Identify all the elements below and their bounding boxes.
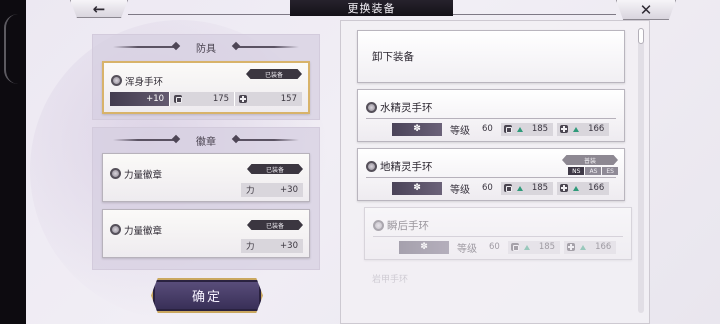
enhance-icon: ✽ — [392, 122, 442, 136]
armor-item-name: 浑身手环 — [125, 76, 164, 88]
title-divider-right — [453, 14, 616, 15]
equipped-badge: 已装备 — [247, 220, 303, 230]
strength-stat: 力 +30 — [241, 183, 303, 197]
enhance-icon: ✽ — [392, 181, 442, 195]
ornament-right — [237, 139, 299, 141]
badge-medal-icon — [110, 168, 121, 179]
hp-stat: 166 — [557, 122, 610, 136]
cross-icon — [567, 243, 576, 251]
badge-stat-row: 力 +30 — [241, 183, 303, 197]
scroll-thumb[interactable] — [638, 28, 644, 44]
shield-icon — [510, 243, 519, 251]
shield-icon — [503, 125, 512, 133]
badge-item-name: 力量徽章 — [124, 225, 163, 237]
up-arrow-icon — [523, 244, 530, 250]
list-item-header: 地精灵手环 — [366, 156, 433, 175]
list-item-name: 水精灵手环 — [380, 102, 433, 114]
equipped-badge: 已装备 — [247, 164, 303, 174]
page-title: 更换装备 — [290, 0, 453, 16]
up-arrow-icon — [516, 185, 523, 191]
unequip-button[interactable]: 卸下装备 — [357, 30, 625, 83]
scrollbar[interactable] — [638, 28, 644, 313]
list-item[interactable]: 水精灵手环 ✽ 等级 60 185 166 — [357, 89, 625, 142]
hp-stat: 166 — [557, 181, 610, 195]
equipped-badge-card-2[interactable]: 力量徽章 已装备 力 +30 — [102, 209, 310, 258]
ornament-left — [113, 46, 175, 48]
badge-card-header: 力量徽章 — [110, 163, 162, 182]
armor-stat-row: +10 175 157 — [110, 92, 302, 106]
armor-card-header: 浑身手环 — [111, 70, 163, 89]
title-divider-left — [128, 14, 290, 15]
skill-tags: NS AS ES — [568, 167, 618, 175]
armor-group-header: 防具 — [93, 35, 319, 59]
hp-stat: 166 — [564, 240, 617, 254]
list-item-stats: ✽ 等级 60 185 166 — [392, 122, 613, 137]
bracelet-icon — [111, 75, 122, 86]
partial-list-item: 岩甲手环 — [372, 275, 409, 285]
up-arrow-icon — [580, 244, 587, 250]
defense-stat: 185 — [500, 122, 554, 136]
equipped-badge-card-1[interactable]: 力量徽章 已装备 力 +30 — [102, 153, 310, 202]
ornament-left — [113, 139, 175, 141]
equipped-armor-card[interactable]: 浑身手环 已装备 +10 175 157 — [102, 61, 310, 114]
badge-group-title: 徽章 — [196, 136, 216, 148]
list-item-name: 瞬后手环 — [387, 220, 429, 232]
bracelet-icon — [366, 161, 377, 172]
defense-stat: 185 — [507, 240, 561, 254]
badge-stat-row: 力 +30 — [241, 239, 303, 253]
list-item-name: 地精灵手环 — [380, 161, 433, 173]
divider — [366, 177, 616, 178]
left-frame-edge — [0, 0, 26, 324]
up-arrow-icon — [573, 185, 580, 191]
up-arrow-icon — [516, 126, 523, 132]
divider — [373, 236, 623, 237]
defense-stat: 175 — [170, 92, 235, 106]
defense-stat: 185 — [500, 181, 554, 195]
armor-group-title: 防具 — [196, 43, 216, 55]
badge-card-header: 力量徽章 — [110, 219, 162, 238]
badge-item-name: 力量徽章 — [124, 169, 163, 181]
tag-as: AS — [585, 167, 602, 175]
arrow-left-icon: ← — [92, 0, 106, 18]
badge-medal-icon — [110, 224, 121, 235]
enhance-level: +10 — [110, 92, 170, 106]
enhance-icon: ✽ — [399, 240, 449, 254]
tag-es: ES — [602, 167, 618, 175]
shield-icon — [174, 95, 183, 103]
back-button[interactable]: ← — [70, 0, 128, 18]
close-button[interactable]: ✕ — [616, 0, 676, 20]
hp-stat: 157 — [235, 92, 302, 106]
badge-group-header: 徽章 — [93, 128, 319, 152]
up-arrow-icon — [573, 126, 580, 132]
list-item-header: 水精灵手环 — [366, 97, 433, 116]
list-item[interactable]: 瞬后手环 ✽ 等级 60 185 166 — [364, 207, 632, 260]
divider — [366, 118, 616, 119]
tag-ns: NS — [568, 167, 585, 175]
close-icon: ✕ — [639, 0, 653, 19]
bracelet-icon — [373, 220, 384, 231]
list-item-stats: ✽ 等级 60 185 166 — [392, 181, 613, 196]
frame-curve — [4, 14, 18, 84]
confirm-button[interactable]: 确定 — [151, 278, 263, 313]
equipped-badge: 已装备 — [246, 69, 302, 79]
cross-icon — [239, 95, 248, 103]
cross-icon — [560, 184, 569, 192]
ornament-right — [237, 46, 299, 48]
shield-icon — [503, 184, 512, 192]
cross-icon — [560, 125, 569, 133]
list-item-header: 瞬后手环 — [373, 215, 429, 234]
bracelet-icon — [366, 102, 377, 113]
status-badge: 普装 — [562, 155, 618, 165]
list-item[interactable]: 地精灵手环 普装 NS AS ES ✽ 等级 60 185 166 — [357, 148, 625, 201]
strength-stat: 力 +30 — [241, 239, 303, 253]
list-item-stats: ✽ 等级 60 185 166 — [399, 240, 620, 255]
